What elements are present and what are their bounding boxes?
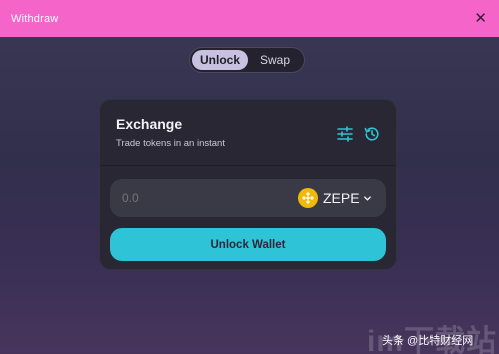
unlock-wallet-button[interactable]: Unlock Wallet: [110, 228, 386, 261]
exchange-card: Exchange Trade tokens in an instant 0.0 …: [99, 99, 397, 270]
watermark: im下载站 头条 @比特财经网: [338, 320, 499, 354]
close-icon[interactable]: ✕: [474, 11, 487, 26]
history-icon[interactable]: [363, 125, 381, 143]
card-title: Exchange: [116, 116, 183, 132]
unlock-swap-toggle: Unlock Swap: [189, 47, 305, 73]
zepe-token-icon: [298, 188, 318, 208]
watermark-caption: 头条 @比特财经网: [382, 335, 474, 347]
chevron-down-icon: [363, 195, 371, 201]
window-title: Withdraw: [11, 12, 59, 25]
amount-input[interactable]: [122, 191, 272, 205]
card-subtitle: Trade tokens in an instant: [116, 138, 225, 149]
amount-input-row: ZEPE: [110, 179, 386, 217]
window-titlebar: Withdraw ✕: [0, 0, 499, 37]
card-header: Exchange Trade tokens in an instant: [100, 100, 396, 166]
token-symbol: ZEPE: [323, 190, 360, 206]
toggle-unlock[interactable]: Unlock: [192, 50, 248, 70]
token-selector[interactable]: ZEPE: [298, 187, 372, 209]
toggle-swap[interactable]: Swap: [248, 50, 302, 70]
settings-sliders-icon[interactable]: [336, 125, 354, 143]
